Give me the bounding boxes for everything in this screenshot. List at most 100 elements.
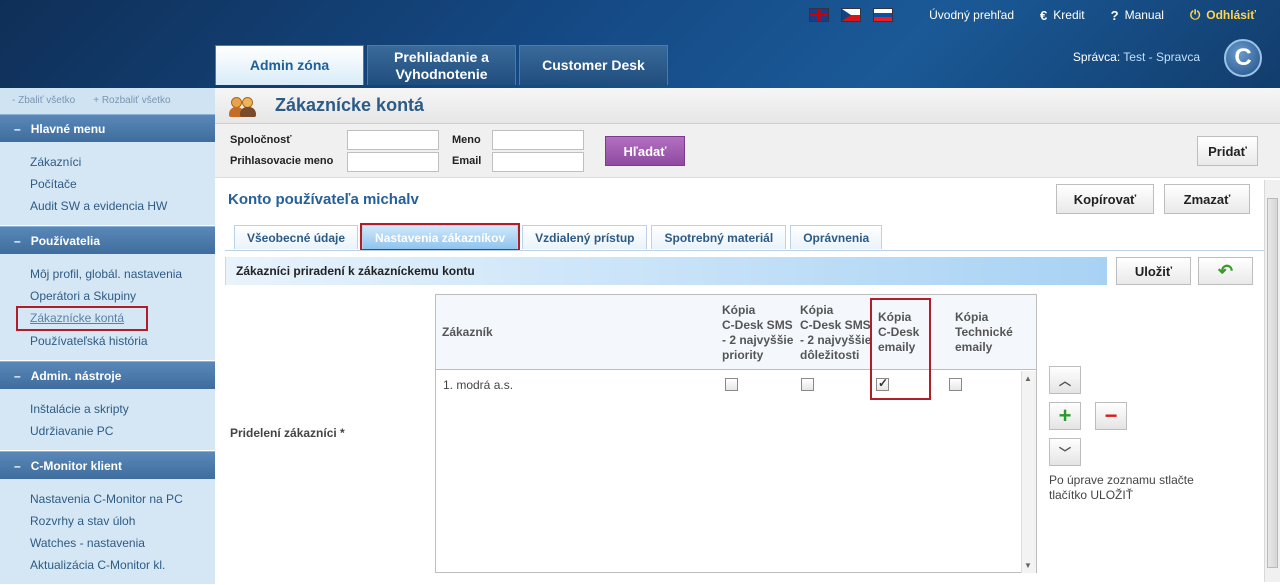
sidebar-section-main[interactable]: – Hlavné menu — [0, 114, 215, 142]
col-tech-emails[interactable]: Kópia Technické emaily — [955, 310, 1013, 355]
expand-all-link[interactable]: + Rozbaliť všetko — [93, 95, 170, 107]
plus-icon: + — [1058, 403, 1072, 428]
header-line: - 2 najvyššie — [722, 333, 794, 347]
chevron-up-icon: ︿ — [1058, 373, 1071, 388]
tab-customer-settings[interactable]: Nastavenia zákazníkov — [360, 223, 521, 251]
sidebar-item-installations[interactable]: Inštalácie a skripty — [30, 398, 215, 420]
logout-link-label: Odhlásiť — [1206, 8, 1256, 22]
collapse-dash-icon: – — [14, 369, 21, 383]
email-input[interactable] — [492, 152, 584, 172]
email-label: Email — [452, 155, 482, 167]
save-button[interactable]: Uložiť — [1116, 257, 1191, 285]
name-input[interactable] — [492, 130, 584, 150]
manual-link-label: Manual — [1124, 8, 1164, 22]
tab-general[interactable]: Všeobecné údaje — [234, 225, 359, 249]
tech-emails-checkbox[interactable] — [949, 378, 962, 391]
assigned-customers-bar: Zákazníci priradení k zákazníckemu kontu — [225, 257, 1107, 285]
collapse-dash-icon: – — [14, 234, 21, 248]
sidebar-item-operators[interactable]: Operátori a Skupiny — [30, 285, 215, 307]
top-links: Úvodný prehľad € Kredit ? Manual ⏻ Odhlá… — [809, 7, 1256, 23]
tab-remote-access[interactable]: Vzdialený prístup — [522, 225, 648, 249]
sidebar-item-customers[interactable]: Zákazníci — [30, 151, 215, 173]
move-down-button[interactable]: ﹀ — [1049, 438, 1081, 466]
scroll-down-icon[interactable]: ▼ — [1024, 561, 1032, 570]
remove-customer-button[interactable]: − — [1095, 402, 1127, 430]
sidebar-item-maintenance[interactable]: Udržiavanie PC — [30, 420, 215, 442]
tab-consumables[interactable]: Spotrebný materiál — [651, 225, 787, 249]
main-content: Zákaznícke kontá Spoločnosť Prihlasovaci… — [215, 88, 1280, 582]
sidebar-section-cmonitor[interactable]: – C-Monitor klient — [0, 451, 215, 479]
login-label: Prihlasovacie meno — [230, 155, 334, 167]
save-note: Po úprave zoznamu stlačte tlačítko ULOŽI… — [1049, 473, 1194, 502]
tab-permissions[interactable]: Oprávnenia — [790, 225, 883, 249]
highlight-box — [870, 298, 931, 400]
sidebar-item-cmonitor-update[interactable]: Aktualizácia C-Monitor kl. — [30, 554, 215, 576]
col-sms-importance[interactable]: Kópia C-Desk SMS - 2 najvyššie dôležitos… — [800, 303, 871, 363]
sidebar-items-admin-tools: Inštalácie a skripty Udržiavanie PC — [0, 389, 215, 451]
grid-header: Zákazník Kópia C-Desk SMS - 2 najvyššie … — [436, 295, 1036, 370]
sidebar-item-audit[interactable]: Audit SW a evidencia HW — [30, 195, 215, 217]
account-tabs: Všeobecné údaje Nastavenia zákazníkov Vz… — [234, 223, 883, 251]
admin-name[interactable]: Test - Spravca — [1123, 50, 1200, 64]
grid-scrollbar[interactable]: ▲ ▼ — [1021, 371, 1036, 573]
power-icon: ⏻ — [1189, 7, 1201, 22]
scroll-up-icon[interactable]: ▲ — [1024, 374, 1032, 383]
login-input[interactable] — [347, 152, 439, 172]
page-scrollbar[interactable] — [1264, 180, 1280, 582]
add-customer-button[interactable]: + — [1049, 402, 1081, 430]
overview-link[interactable]: Úvodný prehľad — [929, 8, 1014, 22]
logout-link[interactable]: ⏻ Odhlásiť — [1190, 7, 1256, 23]
main-tabs: Admin zóna Prehliadanie a Vyhodnotenie C… — [215, 45, 668, 85]
company-input[interactable] — [347, 130, 439, 150]
c-logo-icon[interactable]: C — [1224, 39, 1262, 77]
header-line: Kópia — [722, 303, 756, 317]
assigned-customers-label: Pridelení zákazníci * — [230, 426, 345, 440]
sms-importance-checkbox[interactable] — [801, 378, 814, 391]
search-button[interactable]: Hľadať — [605, 136, 685, 166]
header-line: Kópia — [800, 303, 834, 317]
header-line: C-Desk SMS — [800, 318, 871, 332]
sidebar-item-schedules[interactable]: Rozvrhy a stav úloh — [30, 510, 215, 532]
sidebar-items-cmonitor: Nastavenia C-Monitor na PC Rozvrhy a sta… — [0, 479, 215, 585]
english-flag-icon[interactable] — [809, 8, 830, 22]
sidebar-item-user-history[interactable]: Používateľská história — [30, 330, 215, 352]
sidebar-section-admin-tools[interactable]: – Admin. nástroje — [0, 361, 215, 389]
undo-button[interactable]: ↶ — [1198, 257, 1253, 285]
header-line: Kópia — [955, 310, 989, 324]
credit-link[interactable]: € Kredit — [1040, 8, 1085, 23]
manual-link[interactable]: ? Manual — [1111, 8, 1164, 23]
header-line: emaily — [955, 340, 993, 354]
sidebar-toggles: - Zbaliť všetko + Rozbaliť všetko — [0, 88, 215, 114]
sidebar-section-users[interactable]: – Používatelia — [0, 226, 215, 254]
euro-icon: € — [1040, 7, 1048, 23]
header-line: dôležitosti — [800, 348, 860, 362]
slovak-flag-icon[interactable] — [873, 8, 894, 22]
name-label: Meno — [452, 134, 481, 146]
add-button[interactable]: Pridať — [1197, 136, 1258, 166]
tab-divider — [225, 250, 1265, 251]
collapse-dash-icon: – — [14, 122, 21, 136]
table-row[interactable]: 1. modrá a.s. — [436, 371, 1022, 397]
overview-link-label: Úvodný prehľad — [929, 8, 1015, 22]
col-sms-priority[interactable]: Kópia C-Desk SMS - 2 najvyššie priority — [722, 303, 793, 363]
sidebar-item-my-profile[interactable]: Môj profil, globál. nastavenia — [30, 263, 215, 285]
header-line: priority — [722, 348, 764, 362]
move-up-button[interactable]: ︿ — [1049, 366, 1081, 394]
czech-flag-icon[interactable] — [841, 8, 862, 22]
page-header: Zákaznícke kontá — [215, 88, 1280, 124]
delete-button[interactable]: Zmazať — [1164, 184, 1250, 214]
sidebar-item-customer-accounts[interactable]: Zákaznícke kontá — [16, 306, 148, 331]
scrollbar-thumb[interactable] — [1267, 198, 1278, 568]
collapse-all-link[interactable]: - Zbaliť všetko — [12, 95, 75, 107]
sidebar-item-computers[interactable]: Počítače — [30, 173, 215, 195]
tab-customer-desk[interactable]: Customer Desk — [519, 45, 668, 85]
copy-button[interactable]: Kopírovať — [1056, 184, 1154, 214]
tab-admin-zone[interactable]: Admin zóna — [215, 45, 364, 85]
customer-name: 1. modrá a.s. — [443, 378, 514, 392]
tab-review-evaluation[interactable]: Prehliadanie a Vyhodnotenie — [367, 45, 516, 85]
sms-priority-checkbox[interactable] — [725, 378, 738, 391]
sidebar-item-cmonitor-settings[interactable]: Nastavenia C-Monitor na PC — [30, 488, 215, 510]
header-line: Technické — [955, 325, 1013, 339]
sidebar-item-watches[interactable]: Watches - nastavenia — [30, 532, 215, 554]
col-customer[interactable]: Zákazník — [442, 325, 493, 340]
